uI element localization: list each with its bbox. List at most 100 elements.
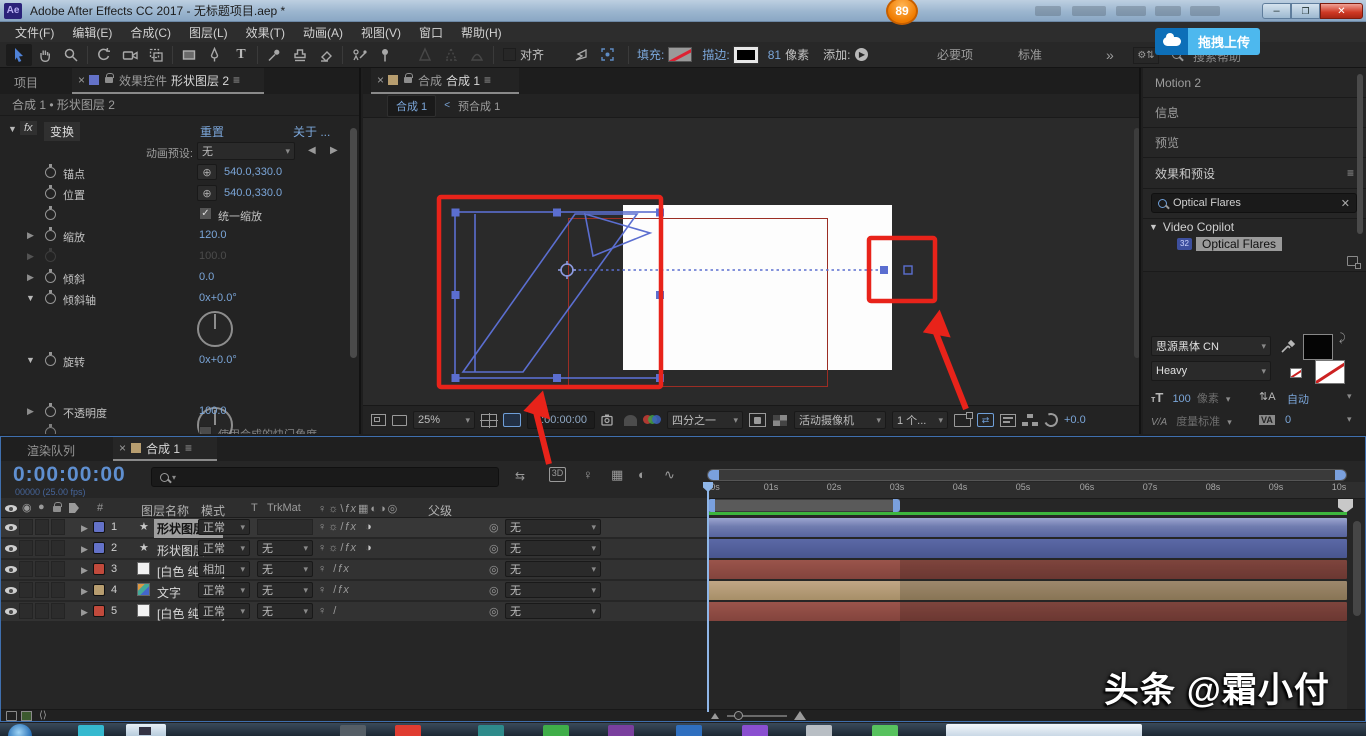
collapse-triangle-icon[interactable]: ▼ <box>1149 222 1158 232</box>
taskbar-app-8[interactable] <box>676 725 702 736</box>
timeline-scrollbar[interactable] <box>1353 521 1361 616</box>
dropdown-caret[interactable]: ▾ <box>1347 391 1352 402</box>
font-style-dropdown[interactable]: Heavy ▾ <box>1151 361 1271 381</box>
fast-preview-icon[interactable] <box>749 413 766 427</box>
taskbar-app-2[interactable] <box>126 724 166 736</box>
taskbar-app-10[interactable] <box>806 725 832 736</box>
stopwatch-icon[interactable] <box>45 403 56 417</box>
effect-item-label[interactable]: Optical Flares <box>1196 236 1283 251</box>
menu-layer[interactable]: 图层(L) <box>180 24 237 41</box>
channel-icon[interactable] <box>643 414 661 427</box>
layer-label-chip[interactable] <box>93 584 105 596</box>
safe-margins-icon[interactable] <box>480 412 498 428</box>
layer-bar-5[interactable] <box>707 602 1347 621</box>
graph-editor-icon[interactable]: ∿ <box>664 467 675 483</box>
collapse-triangle-icon[interactable]: ▼ <box>26 355 35 365</box>
solo-cell[interactable] <box>35 582 49 598</box>
taskbar-app-3[interactable] <box>340 725 366 736</box>
exposure-value[interactable]: +0.0 <box>1064 414 1086 426</box>
camera-dropdown[interactable]: 活动摄像机 ▾ <box>794 411 886 429</box>
eyedropper-icon[interactable] <box>1280 338 1296 354</box>
ec-scrollbar[interactable] <box>350 128 357 358</box>
restore-button[interactable]: ❐ <box>1291 3 1320 19</box>
timeline-zoom-knob[interactable] <box>734 711 743 720</box>
panel-menu-icon[interactable]: ≡ <box>484 73 491 87</box>
uniform-scale-checkbox[interactable]: ✓ <box>199 207 212 220</box>
taskbar-app-4[interactable] <box>395 725 421 736</box>
lock-cell[interactable] <box>51 603 65 619</box>
layer-switches[interactable]: ♀☼/fx <box>318 521 358 533</box>
layer-label-chip[interactable] <box>93 542 105 554</box>
navigator-end-handle[interactable] <box>1335 470 1346 480</box>
view-layout-dropdown[interactable]: 1 个... ▾ <box>892 411 948 429</box>
pen-tool[interactable] <box>202 44 228 66</box>
stopwatch-icon[interactable] <box>45 206 56 220</box>
blend-mode-dropdown[interactable]: 正常 ▾ <box>198 603 250 619</box>
prev-preset-icon[interactable]: ◀ <box>308 145 316 156</box>
dropdown-caret[interactable]: ▾ <box>1227 417 1232 427</box>
layer-row-3[interactable]: ▶ 3 [白色 纯色 2] 相加 ▾ 无 ▾ ♀ /fx ◎ 无 ▾ <box>1 560 707 579</box>
layer-bar-3[interactable] <box>707 560 1347 579</box>
mask-mode-icon[interactable] <box>412 44 438 66</box>
workspace-standard[interactable]: 标准 <box>1018 46 1042 63</box>
collapse-triangle-icon[interactable]: ▼ <box>26 293 35 303</box>
tab-composition[interactable]: × 合成 合成 1 ≡ <box>371 68 519 94</box>
parent-dropdown[interactable]: 无 ▾ <box>505 603 601 619</box>
layer-label-chip[interactable] <box>93 563 105 575</box>
panel-menu-icon[interactable]: ≡ <box>1347 166 1354 180</box>
effects-group-row[interactable]: ▼ Video Copilot <box>1143 218 1366 235</box>
expand-triangle-icon[interactable]: ▶ <box>27 272 34 283</box>
share-view-icon[interactable] <box>954 411 973 427</box>
align-checkbox[interactable] <box>503 48 516 61</box>
close-tab-icon[interactable]: × <box>119 441 126 455</box>
blend-mode-dropdown[interactable]: 正常 ▾ <box>198 540 250 556</box>
expand-triangle-icon[interactable]: ▶ <box>27 406 34 417</box>
timeline-search-box[interactable]: ▾ <box>151 467 499 487</box>
viewer-timecode[interactable]: 0:00:00:00 <box>527 411 595 429</box>
pick-whip-icon[interactable]: ◎ <box>489 521 499 534</box>
parent-dropdown[interactable]: 无 ▾ <box>505 561 601 577</box>
close-tab-icon[interactable]: × <box>78 73 85 87</box>
expand-triangle-icon[interactable]: ▶ <box>81 607 88 618</box>
expand-triangle-icon[interactable]: ▶ <box>27 251 34 262</box>
tab-render-queue[interactable]: 渲染队列 <box>27 442 75 459</box>
work-area-end-handle[interactable] <box>893 499 900 512</box>
timeline-navigator[interactable] <box>707 469 1347 481</box>
layer-switches[interactable]: ♀ /fx <box>318 584 351 596</box>
lock-icon[interactable] <box>404 73 414 83</box>
lock-icon[interactable] <box>105 73 115 83</box>
brush-tool[interactable] <box>261 44 287 66</box>
mini-flowchart-icon[interactable]: ⇆ <box>515 469 525 483</box>
stopwatch-icon[interactable] <box>45 164 56 178</box>
skew-axis-value[interactable]: 0x+0.0° <box>199 292 237 304</box>
pick-whip-icon[interactable]: ◎ <box>489 584 499 597</box>
pick-whip-icon[interactable]: ◎ <box>489 563 499 576</box>
stopwatch-icon[interactable] <box>45 352 56 366</box>
audio-cell[interactable] <box>19 582 33 598</box>
menu-composition[interactable]: 合成(C) <box>121 24 180 41</box>
menu-animation[interactable]: 动画(A) <box>294 24 352 41</box>
scale-value[interactable]: 120.0 <box>199 229 227 241</box>
audio-cell[interactable] <box>19 603 33 619</box>
expand-inout-icon[interactable]: ⟨⟩ <box>39 710 47 721</box>
work-area-start-handle[interactable] <box>708 499 715 512</box>
hand-tool[interactable] <box>32 44 58 66</box>
layer-visibility-toggle[interactable] <box>5 545 17 552</box>
roto-brush-tool[interactable] <box>346 44 372 66</box>
comp-marker-bin-icon[interactable] <box>1338 499 1353 513</box>
trkmat-dropdown[interactable]: 无 ▾ <box>257 540 313 556</box>
panel-motion2[interactable]: Motion 2 <box>1143 68 1366 98</box>
parent-dropdown[interactable]: 无 ▾ <box>505 582 601 598</box>
dropdown-caret[interactable]: ▾ <box>1226 394 1231 404</box>
pixel-aspect-icon[interactable]: ⇄ <box>977 413 994 427</box>
pan-behind-tool[interactable] <box>143 44 169 66</box>
roi-icon[interactable] <box>503 413 521 427</box>
layer-bar-1[interactable] <box>707 518 1347 537</box>
lock-cell[interactable] <box>51 582 65 598</box>
layer-visibility-toggle[interactable] <box>5 566 17 573</box>
solo-cell[interactable] <box>35 603 49 619</box>
navigator-start-handle[interactable] <box>708 470 719 480</box>
taskbar-active-window[interactable] <box>946 724 1142 736</box>
stroke-color-swatch[interactable] <box>1315 360 1345 384</box>
audio-cell[interactable] <box>19 540 33 556</box>
